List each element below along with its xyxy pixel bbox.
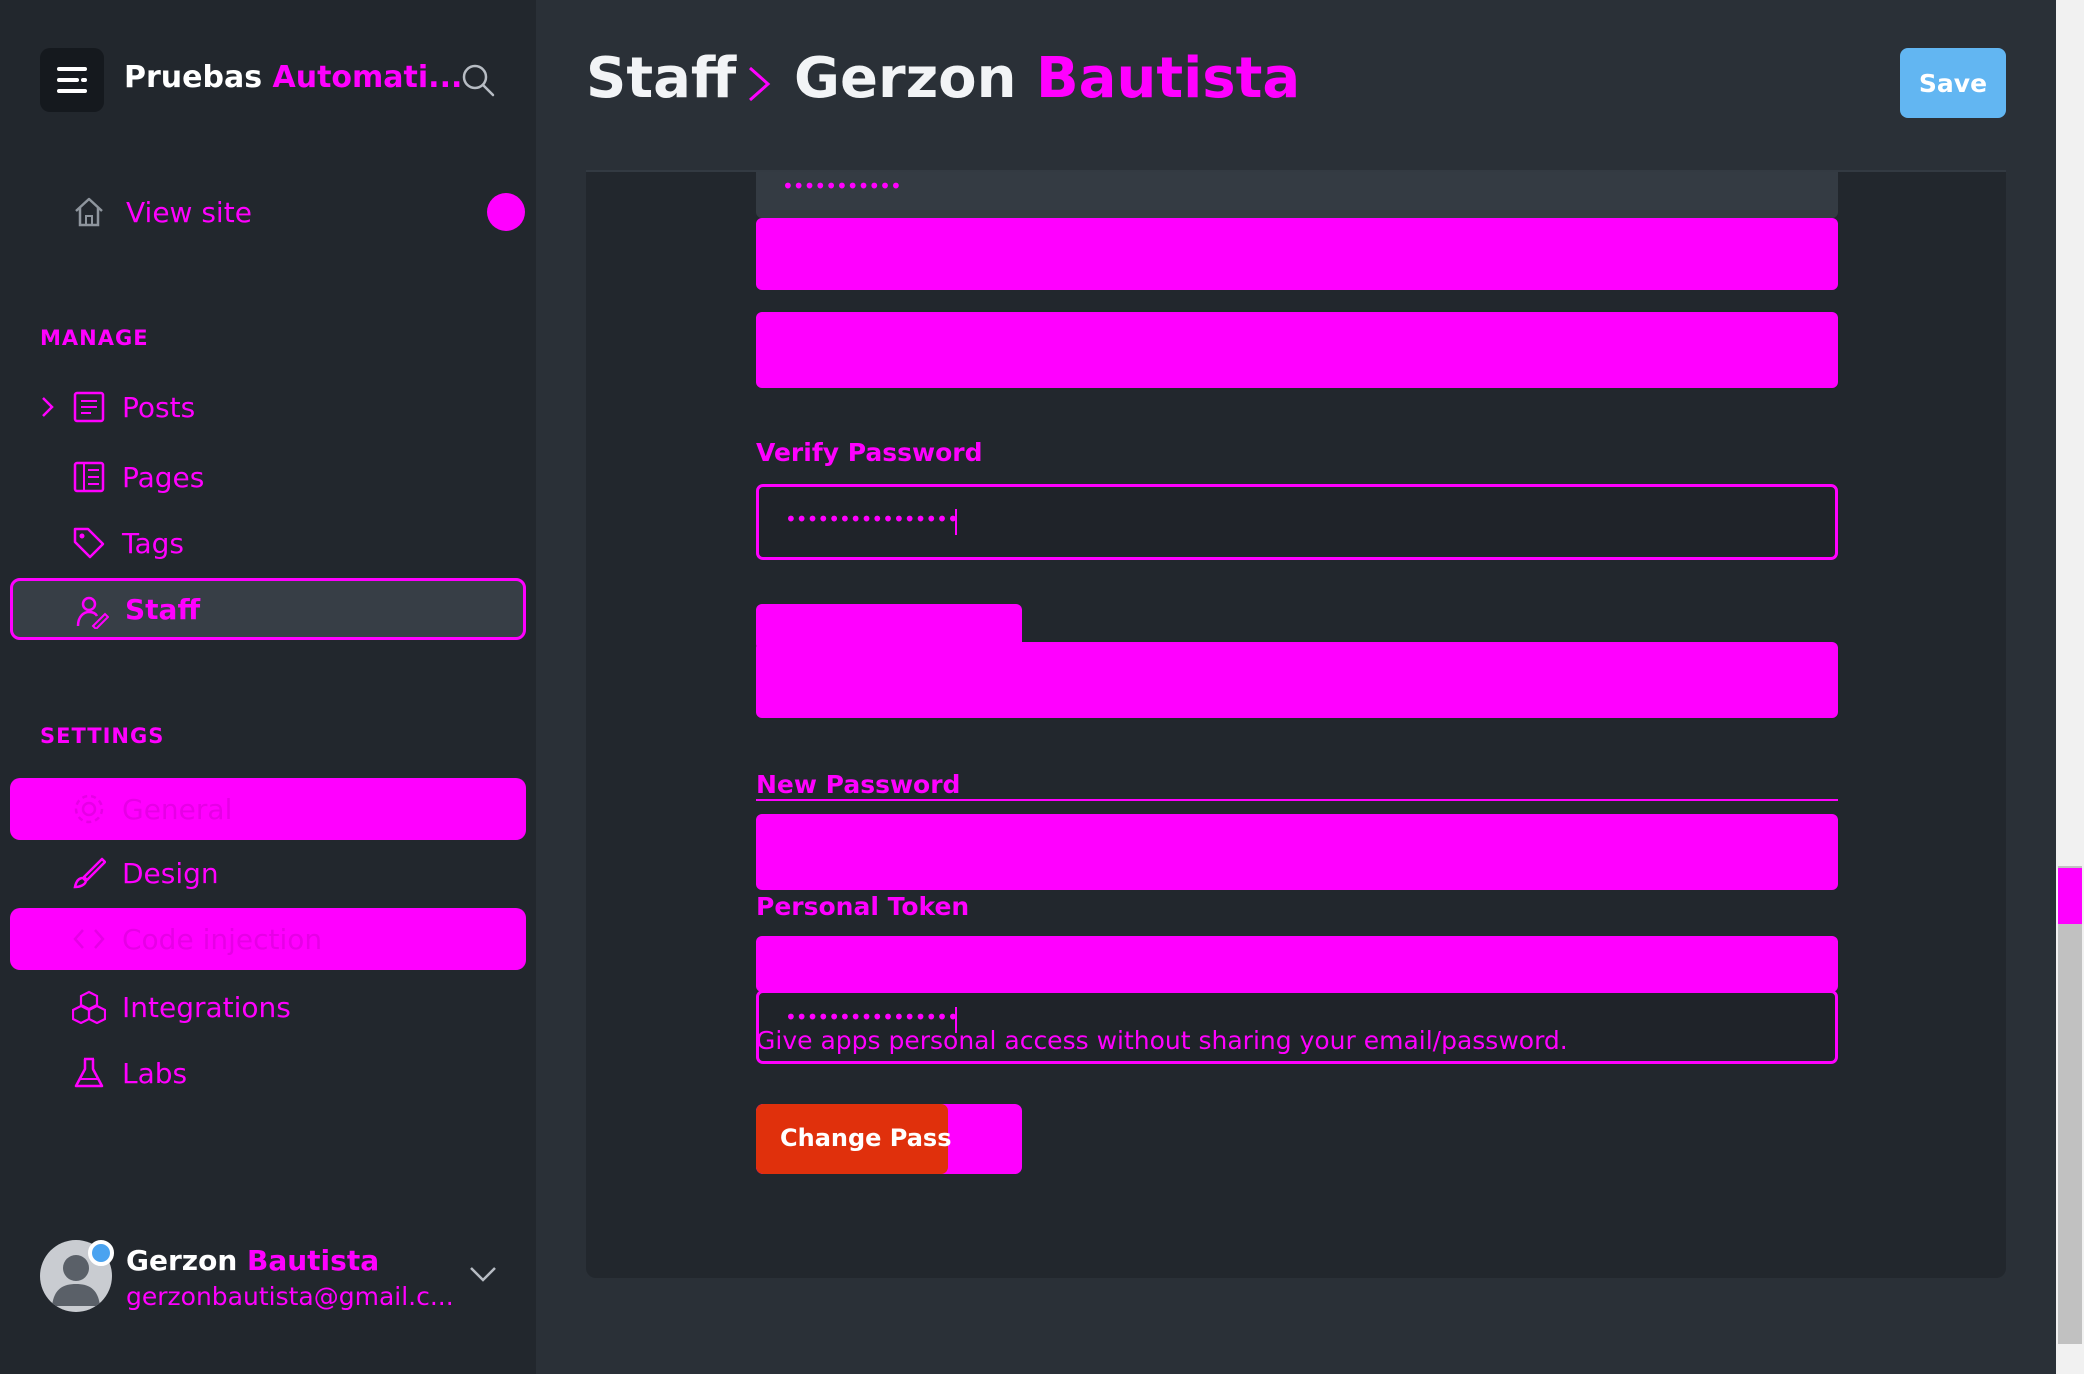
main-content: Staff Gerzon Bautista Save ••••••••••• V… (536, 0, 2056, 1374)
app-window: Pruebas Automati... View site MANAGE Pos… (0, 0, 2084, 1374)
sidebar-item-label: Posts (122, 390, 196, 424)
verify-password-dots: •••••••••••••••• (785, 507, 959, 531)
settings-section-label: SETTINGS (40, 724, 165, 748)
sidebar-item-label: Design (122, 856, 219, 890)
sidebar-item-code-injection[interactable]: Code injection (10, 908, 526, 970)
brand-logo[interactable] (40, 48, 104, 112)
new-password-input[interactable] (756, 814, 1838, 890)
sidebar-item-pages[interactable]: Pages (10, 446, 526, 508)
old-password-dots: ••••••••••• (782, 174, 902, 198)
brand-name-obscured: Automati... (272, 60, 463, 95)
integrations-icon (72, 990, 106, 1024)
chevron-right-icon (749, 66, 771, 102)
user-last-name: Bautista (247, 1244, 380, 1277)
sidebar-item-label: General (122, 792, 233, 826)
view-site-label: View site (126, 195, 252, 229)
scrollbar-marker (2058, 868, 2082, 924)
old-password-input[interactable]: ••••••••••• (756, 172, 1838, 218)
chevron-down-icon[interactable] (468, 1264, 498, 1284)
sidebar-item-labs[interactable]: Labs (10, 1042, 526, 1104)
title-last-name: Bautista (1036, 46, 1301, 111)
user-name: Gerzon Bautista (126, 1244, 379, 1277)
text-caret (955, 509, 957, 535)
view-site-link[interactable]: View site (72, 188, 252, 236)
tag-icon (73, 527, 105, 559)
password-panel: ••••••••••• Verify Password ••••••••••••… (586, 170, 2006, 1278)
brand-name: Pruebas (124, 60, 263, 95)
sidebar-item-label: Code injection (122, 922, 323, 956)
sidebar: Pruebas Automati... View site MANAGE Pos… (0, 0, 536, 1374)
user-menu[interactable]: Gerzon Bautista gerzonbautista@gmail.c..… (40, 1240, 510, 1314)
field-divider (756, 799, 1838, 801)
status-dot (487, 193, 525, 231)
flask-icon (74, 1057, 104, 1088)
brush-icon (73, 857, 106, 889)
obscured-block (756, 218, 1838, 290)
staff-icon (76, 596, 109, 629)
personal-token-help: Give apps personal access without sharin… (756, 1026, 1568, 1055)
chevron-right-icon[interactable] (38, 394, 58, 420)
user-first-name: Gerzon (126, 1244, 238, 1277)
code-icon (73, 929, 105, 949)
personal-token-label: Personal Token (756, 892, 970, 921)
home-icon (75, 197, 103, 227)
verify-password-label: Verify Password (756, 438, 983, 467)
sidebar-item-tags[interactable]: Tags (10, 512, 526, 574)
obscured-input[interactable] (756, 642, 1838, 718)
gear-icon (74, 794, 104, 824)
save-button[interactable]: Save (1900, 48, 2006, 118)
page-header: Staff Gerzon Bautista Save (536, 0, 2056, 170)
sidebar-item-design[interactable]: Design (10, 842, 526, 904)
pages-icon (73, 461, 105, 493)
search-button[interactable] (458, 60, 498, 100)
vertical-scrollbar[interactable] (2056, 0, 2084, 1374)
new-password-label: New Password (756, 770, 961, 799)
sidebar-item-label: Tags (122, 526, 184, 560)
manage-section-label: MANAGE (40, 326, 149, 350)
page-title: Gerzon Bautista (794, 46, 1300, 111)
sidebar-item-general[interactable]: General (10, 778, 526, 840)
sidebar-item-label: Integrations (122, 990, 291, 1024)
menu-icon (57, 67, 87, 93)
sidebar-item-staff[interactable]: Staff (10, 578, 526, 640)
sidebar-item-posts[interactable]: Posts (10, 376, 526, 438)
brand-title[interactable]: Pruebas Automati... (124, 60, 462, 95)
scrollbar-thumb[interactable] (2058, 866, 2082, 1344)
verify-password-input[interactable]: •••••••••••••••• (756, 484, 1838, 560)
posts-icon (73, 391, 105, 423)
sidebar-item-label: Staff (125, 592, 201, 626)
search-icon (462, 64, 495, 97)
sidebar-item-label: Pages (122, 460, 205, 494)
notification-badge (88, 1240, 114, 1266)
change-password-button[interactable]: Change Pass (756, 1104, 1022, 1174)
title-first-name: Gerzon (794, 46, 1017, 111)
personal-token-overlay (756, 936, 1838, 992)
sidebar-item-label: Labs (122, 1056, 188, 1090)
change-password-label: Change Pass (780, 1124, 952, 1152)
breadcrumb-staff[interactable]: Staff (586, 46, 736, 111)
sidebar-item-integrations[interactable]: Integrations (10, 976, 526, 1038)
new-password-input-obscured[interactable] (756, 312, 1838, 388)
user-email: gerzonbautista@gmail.c... (126, 1282, 454, 1311)
